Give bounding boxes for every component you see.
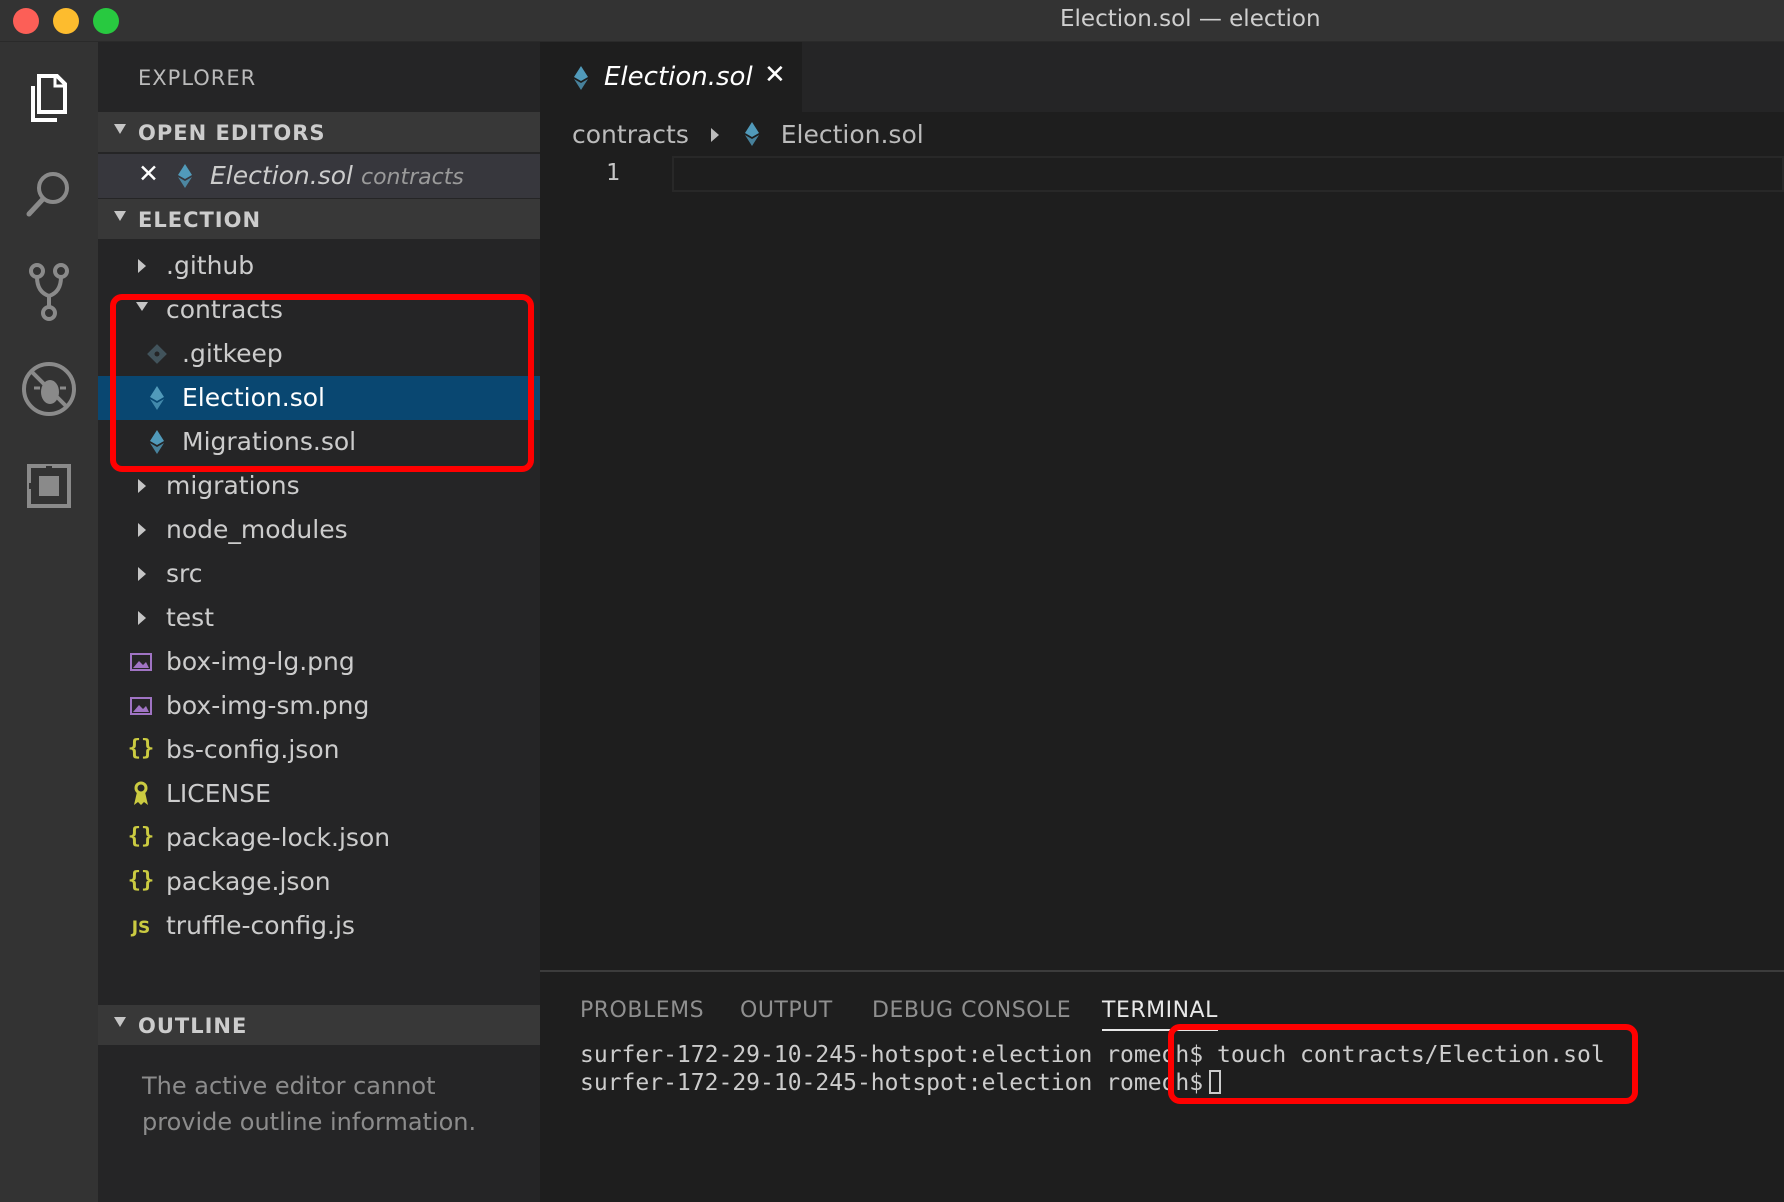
extensions-icon <box>27 464 71 508</box>
bottom-panel: PROBLEMS OUTPUT DEBUG CONSOLE TERMINAL s… <box>540 970 1784 1202</box>
tree-item-box-img-sm[interactable]: box-img-sm.png <box>98 684 540 728</box>
tree-item-license[interactable]: LICENSE <box>98 772 540 816</box>
activity-extensions[interactable] <box>15 452 83 520</box>
search-icon <box>26 172 69 217</box>
tree-item-truffle-config[interactable]: JS truffle-config.js <box>98 904 540 948</box>
editor-tab-election-sol[interactable]: Election.sol ✕ <box>540 42 802 112</box>
line-number: 1 <box>606 160 620 186</box>
open-editor-folder: contracts <box>360 165 464 190</box>
js-file-icon: JS <box>131 918 151 938</box>
tree-item-bs-config[interactable]: {} bs-config.json <box>98 728 540 772</box>
project-header[interactable]: ELECTION <box>98 199 540 239</box>
tree-item-box-img-lg[interactable]: box-img-lg.png <box>98 640 540 684</box>
caret-down-icon <box>114 211 126 221</box>
image-file-icon <box>128 692 154 720</box>
editor-tab-bar: Election.sol ✕ <box>540 42 1784 112</box>
explorer-title: EXPLORER <box>138 66 257 90</box>
solidity-file-icon <box>568 64 594 92</box>
tab-label: Election.sol <box>604 62 753 92</box>
activity-source-control[interactable] <box>15 258 83 326</box>
close-icon[interactable]: ✕ <box>138 159 159 188</box>
window-close-button[interactable] <box>13 8 39 34</box>
activity-explorer[interactable] <box>15 64 83 132</box>
window-maximize-button[interactable] <box>93 8 119 34</box>
title-bar: Election.sol — election <box>0 0 1784 42</box>
tree-item-node-modules[interactable]: node_modules <box>98 508 540 552</box>
json-file-icon: {} <box>127 735 155 761</box>
window-title: Election.sol — election <box>1060 6 1321 32</box>
source-control-icon <box>29 263 69 321</box>
breadcrumb-file[interactable]: Election.sol <box>781 120 924 149</box>
editor-current-line[interactable] <box>672 156 1784 192</box>
open-editor-name: Election.sol <box>210 161 353 190</box>
activity-bar <box>0 42 98 1202</box>
breadcrumb-folder[interactable]: contracts <box>572 120 689 149</box>
chevron-right-icon <box>138 523 146 537</box>
activity-debug[interactable] <box>15 355 83 423</box>
outline-header[interactable]: OUTLINE <box>98 1005 540 1045</box>
chevron-right-icon <box>138 611 146 625</box>
tree-item-github[interactable]: .github <box>98 244 540 288</box>
tree-item-package-json[interactable]: {} package.json <box>98 860 540 904</box>
explorer-sidebar: EXPLORER OPEN EDITORS ✕ Election.sol cont… <box>98 42 540 1202</box>
files-icon <box>31 74 67 122</box>
license-file-icon <box>128 780 154 808</box>
window-minimize-button[interactable] <box>53 8 79 34</box>
breadcrumb: contracts Election.sol <box>572 120 924 152</box>
open-editors-header[interactable]: OPEN EDITORS <box>98 112 540 152</box>
panel-tab-problems[interactable]: PROBLEMS <box>580 998 704 1023</box>
activity-search[interactable] <box>15 160 83 228</box>
annotation-highlight-terminal <box>1168 1024 1638 1104</box>
terminal-line[interactable]: surfer-172-29-10-245-hotspot:election ro… <box>580 1070 1222 1096</box>
json-file-icon: {} <box>127 823 155 849</box>
panel-tab-output[interactable]: OUTPUT <box>740 998 833 1023</box>
caret-down-icon <box>114 1017 126 1027</box>
caret-down-icon <box>114 124 126 134</box>
tree-item-src[interactable]: src <box>98 552 540 596</box>
panel-tab-debug-console[interactable]: DEBUG CONSOLE <box>872 998 1071 1023</box>
chevron-right-icon <box>138 567 146 581</box>
panel-tab-terminal[interactable]: TERMINAL <box>1102 998 1218 1031</box>
solidity-file-icon <box>172 162 198 190</box>
solidity-file-icon <box>744 122 759 152</box>
tab-close-icon[interactable]: ✕ <box>764 60 786 90</box>
tree-item-package-lock[interactable]: {} package-lock.json <box>98 816 540 860</box>
image-file-icon <box>128 648 154 676</box>
chevron-right-icon <box>138 259 146 273</box>
tree-item-test[interactable]: test <box>98 596 540 640</box>
chevron-right-icon <box>138 479 146 493</box>
debug-icon <box>22 362 76 416</box>
annotation-highlight-contracts <box>110 294 534 472</box>
outline-message: The active editor cannot provide outline… <box>142 1072 477 1136</box>
chevron-right-icon <box>710 128 719 142</box>
open-editor-item[interactable]: ✕ Election.sol contracts <box>98 154 540 198</box>
json-file-icon: {} <box>127 867 155 893</box>
